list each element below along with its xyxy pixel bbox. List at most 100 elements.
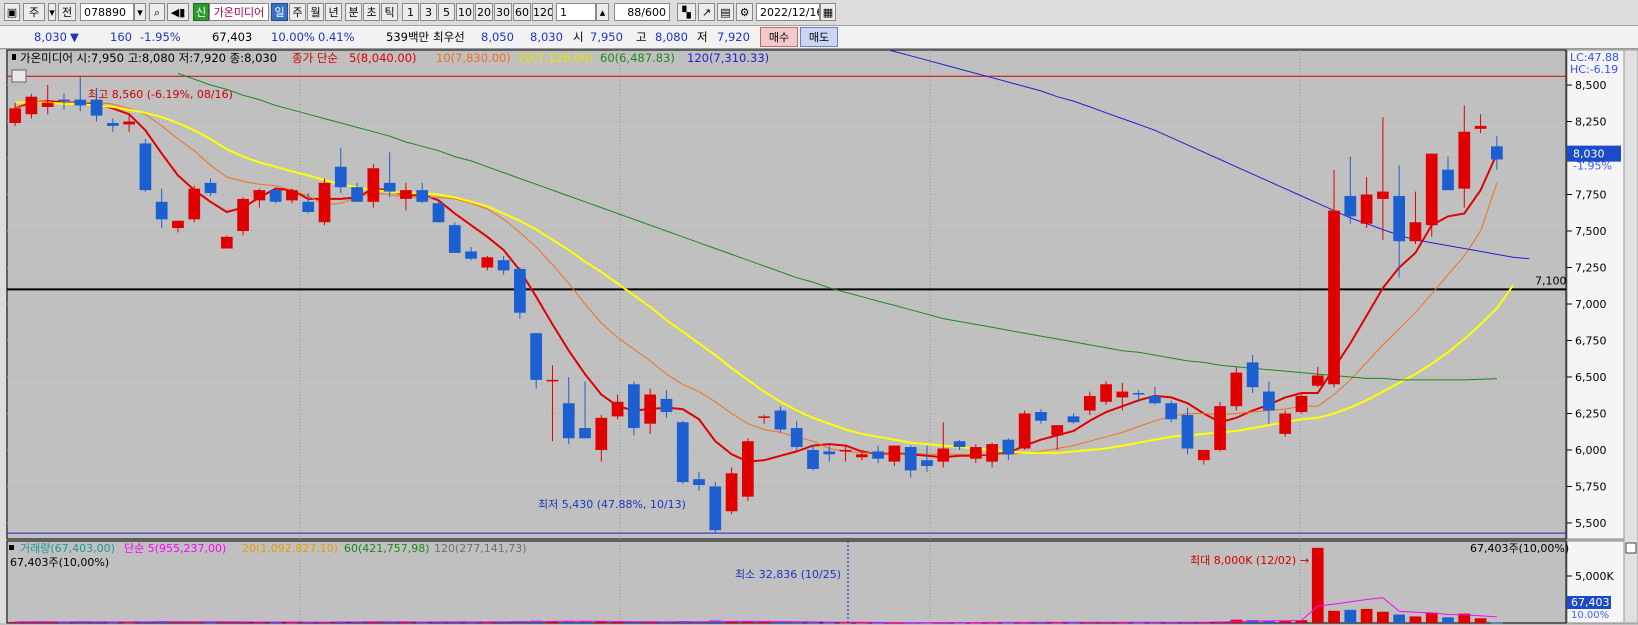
candle-body — [1377, 191, 1389, 199]
volume-bar — [1409, 616, 1422, 623]
ytick-label: 6,000 — [1575, 444, 1607, 457]
volume-bar — [1393, 614, 1406, 623]
candle-body — [1181, 414, 1194, 449]
volume-current-label: 67,403 — [1571, 596, 1610, 609]
candle-body — [334, 166, 347, 188]
stock-chart[interactable]: 5,500 5,750 6,000 6,250 6,500 6,750 7,000 7,250… — [0, 0, 1638, 625]
candle-body — [481, 257, 494, 268]
volume-legend-item: 20(1,092,827,10) — [242, 542, 338, 555]
volume-max-annotation: 최대 8,000K (12/02) — [1190, 554, 1296, 567]
price-legend-title: 가온미디어 시:7,950 고:8,080 저:7,920 종:8,030 — [20, 51, 277, 65]
candle-body — [1230, 372, 1243, 407]
volume-bar — [1360, 608, 1373, 623]
candle-body — [1116, 391, 1129, 398]
candle-body — [790, 428, 803, 448]
ma-legend-20: 20(7,128.00) — [518, 51, 593, 65]
candle-body — [1002, 439, 1015, 455]
chart-settings-icon — [11, 69, 27, 83]
candle-body — [1035, 412, 1047, 421]
candle-body — [644, 394, 657, 424]
volume-bar — [758, 621, 771, 623]
candle-body — [1165, 403, 1178, 420]
candle-body — [1083, 395, 1096, 411]
candle-body — [725, 473, 738, 512]
volume-bar — [1425, 612, 1438, 623]
candle-body — [1393, 195, 1406, 242]
volume-bar — [1442, 617, 1454, 623]
candle-body — [1132, 393, 1145, 395]
ma-legend-10: 10(7,830.00) — [436, 51, 511, 65]
volume-pane — [6, 540, 1567, 624]
candle-body — [448, 225, 461, 253]
volume-max-arrow: → — [1300, 554, 1309, 567]
ma-legend-120: 120(7,310.33) — [687, 51, 769, 65]
candle-body — [1279, 413, 1292, 434]
hline-label: 7,100 — [1535, 274, 1567, 287]
candle-body — [220, 236, 233, 249]
ytick-label: 6,250 — [1575, 407, 1607, 420]
candle-body — [25, 96, 38, 115]
candle-body — [595, 417, 608, 450]
volume-legend-title: 거래량(67,403,00) — [20, 542, 115, 555]
volume-bar — [204, 622, 217, 624]
candle-body — [660, 398, 673, 413]
candle-body — [204, 182, 217, 194]
candle-body — [1246, 362, 1259, 388]
candle-body — [58, 99, 70, 102]
volume-min-annotation: 최소 32,836 (10/25) — [735, 568, 841, 581]
candle-body — [1490, 146, 1503, 160]
candle-body — [1458, 131, 1471, 189]
candle-body — [1067, 416, 1080, 423]
candle-body — [855, 454, 868, 458]
candle-body — [628, 384, 640, 429]
volume-bar — [1474, 618, 1487, 623]
candle-body — [237, 198, 249, 232]
candle-body — [676, 422, 689, 483]
candle-body — [1425, 153, 1438, 226]
candle-body — [286, 190, 298, 201]
candle-body — [969, 447, 982, 459]
volume-ytick-label: 5,000K — [1575, 570, 1614, 583]
ytick-label: 7,500 — [1575, 225, 1607, 238]
legend-marker-icon — [12, 54, 16, 60]
volume-current-pct-label: 10.00% — [1571, 610, 1609, 621]
candle-body — [302, 201, 315, 213]
candle-body — [904, 447, 917, 471]
candle-body — [1474, 125, 1487, 129]
volume-subtitle: 67,403주(10,00%) — [10, 556, 109, 569]
candle-body — [1100, 384, 1112, 402]
current-change-label: -1.95% — [1573, 160, 1612, 173]
ytick-label: 5,500 — [1575, 517, 1607, 530]
candle-body — [41, 102, 54, 107]
volume-pane-close-icon — [1625, 542, 1637, 554]
volume-bar — [579, 621, 591, 623]
candle-body — [1051, 425, 1064, 436]
ma-legend-prefix: 종가 단순 — [292, 51, 338, 65]
candle-body — [416, 190, 429, 202]
volume-bar — [1344, 609, 1357, 623]
ytick-label: 7,250 — [1575, 261, 1607, 274]
candle-body — [269, 190, 282, 202]
candle-body — [351, 187, 363, 202]
candle-body — [611, 401, 624, 417]
left-edge — [0, 50, 6, 623]
candle-body — [1197, 449, 1210, 461]
candle-body — [465, 251, 477, 259]
candle-body — [188, 188, 201, 220]
ma-legend-60: 60(6,487.83) — [600, 51, 675, 65]
candle-body — [9, 108, 22, 123]
candle-body — [709, 486, 722, 531]
candle-body — [921, 460, 933, 467]
candle-body — [253, 190, 266, 201]
ytick-label: 6,500 — [1575, 371, 1607, 384]
candle-body — [1360, 194, 1373, 224]
volume-bar — [1279, 621, 1292, 623]
candle-body — [1018, 413, 1031, 449]
max-price-annotation: 최고 8,560 (-6.19%, 08/16) — [88, 88, 233, 101]
candle-body — [1442, 169, 1454, 191]
ytick-label: 7,000 — [1575, 298, 1607, 311]
candle-body — [318, 182, 331, 223]
volume-legend-item: 60(421,757,98) — [344, 542, 430, 555]
volume-bar — [1311, 547, 1324, 623]
candle-body — [1344, 195, 1357, 217]
